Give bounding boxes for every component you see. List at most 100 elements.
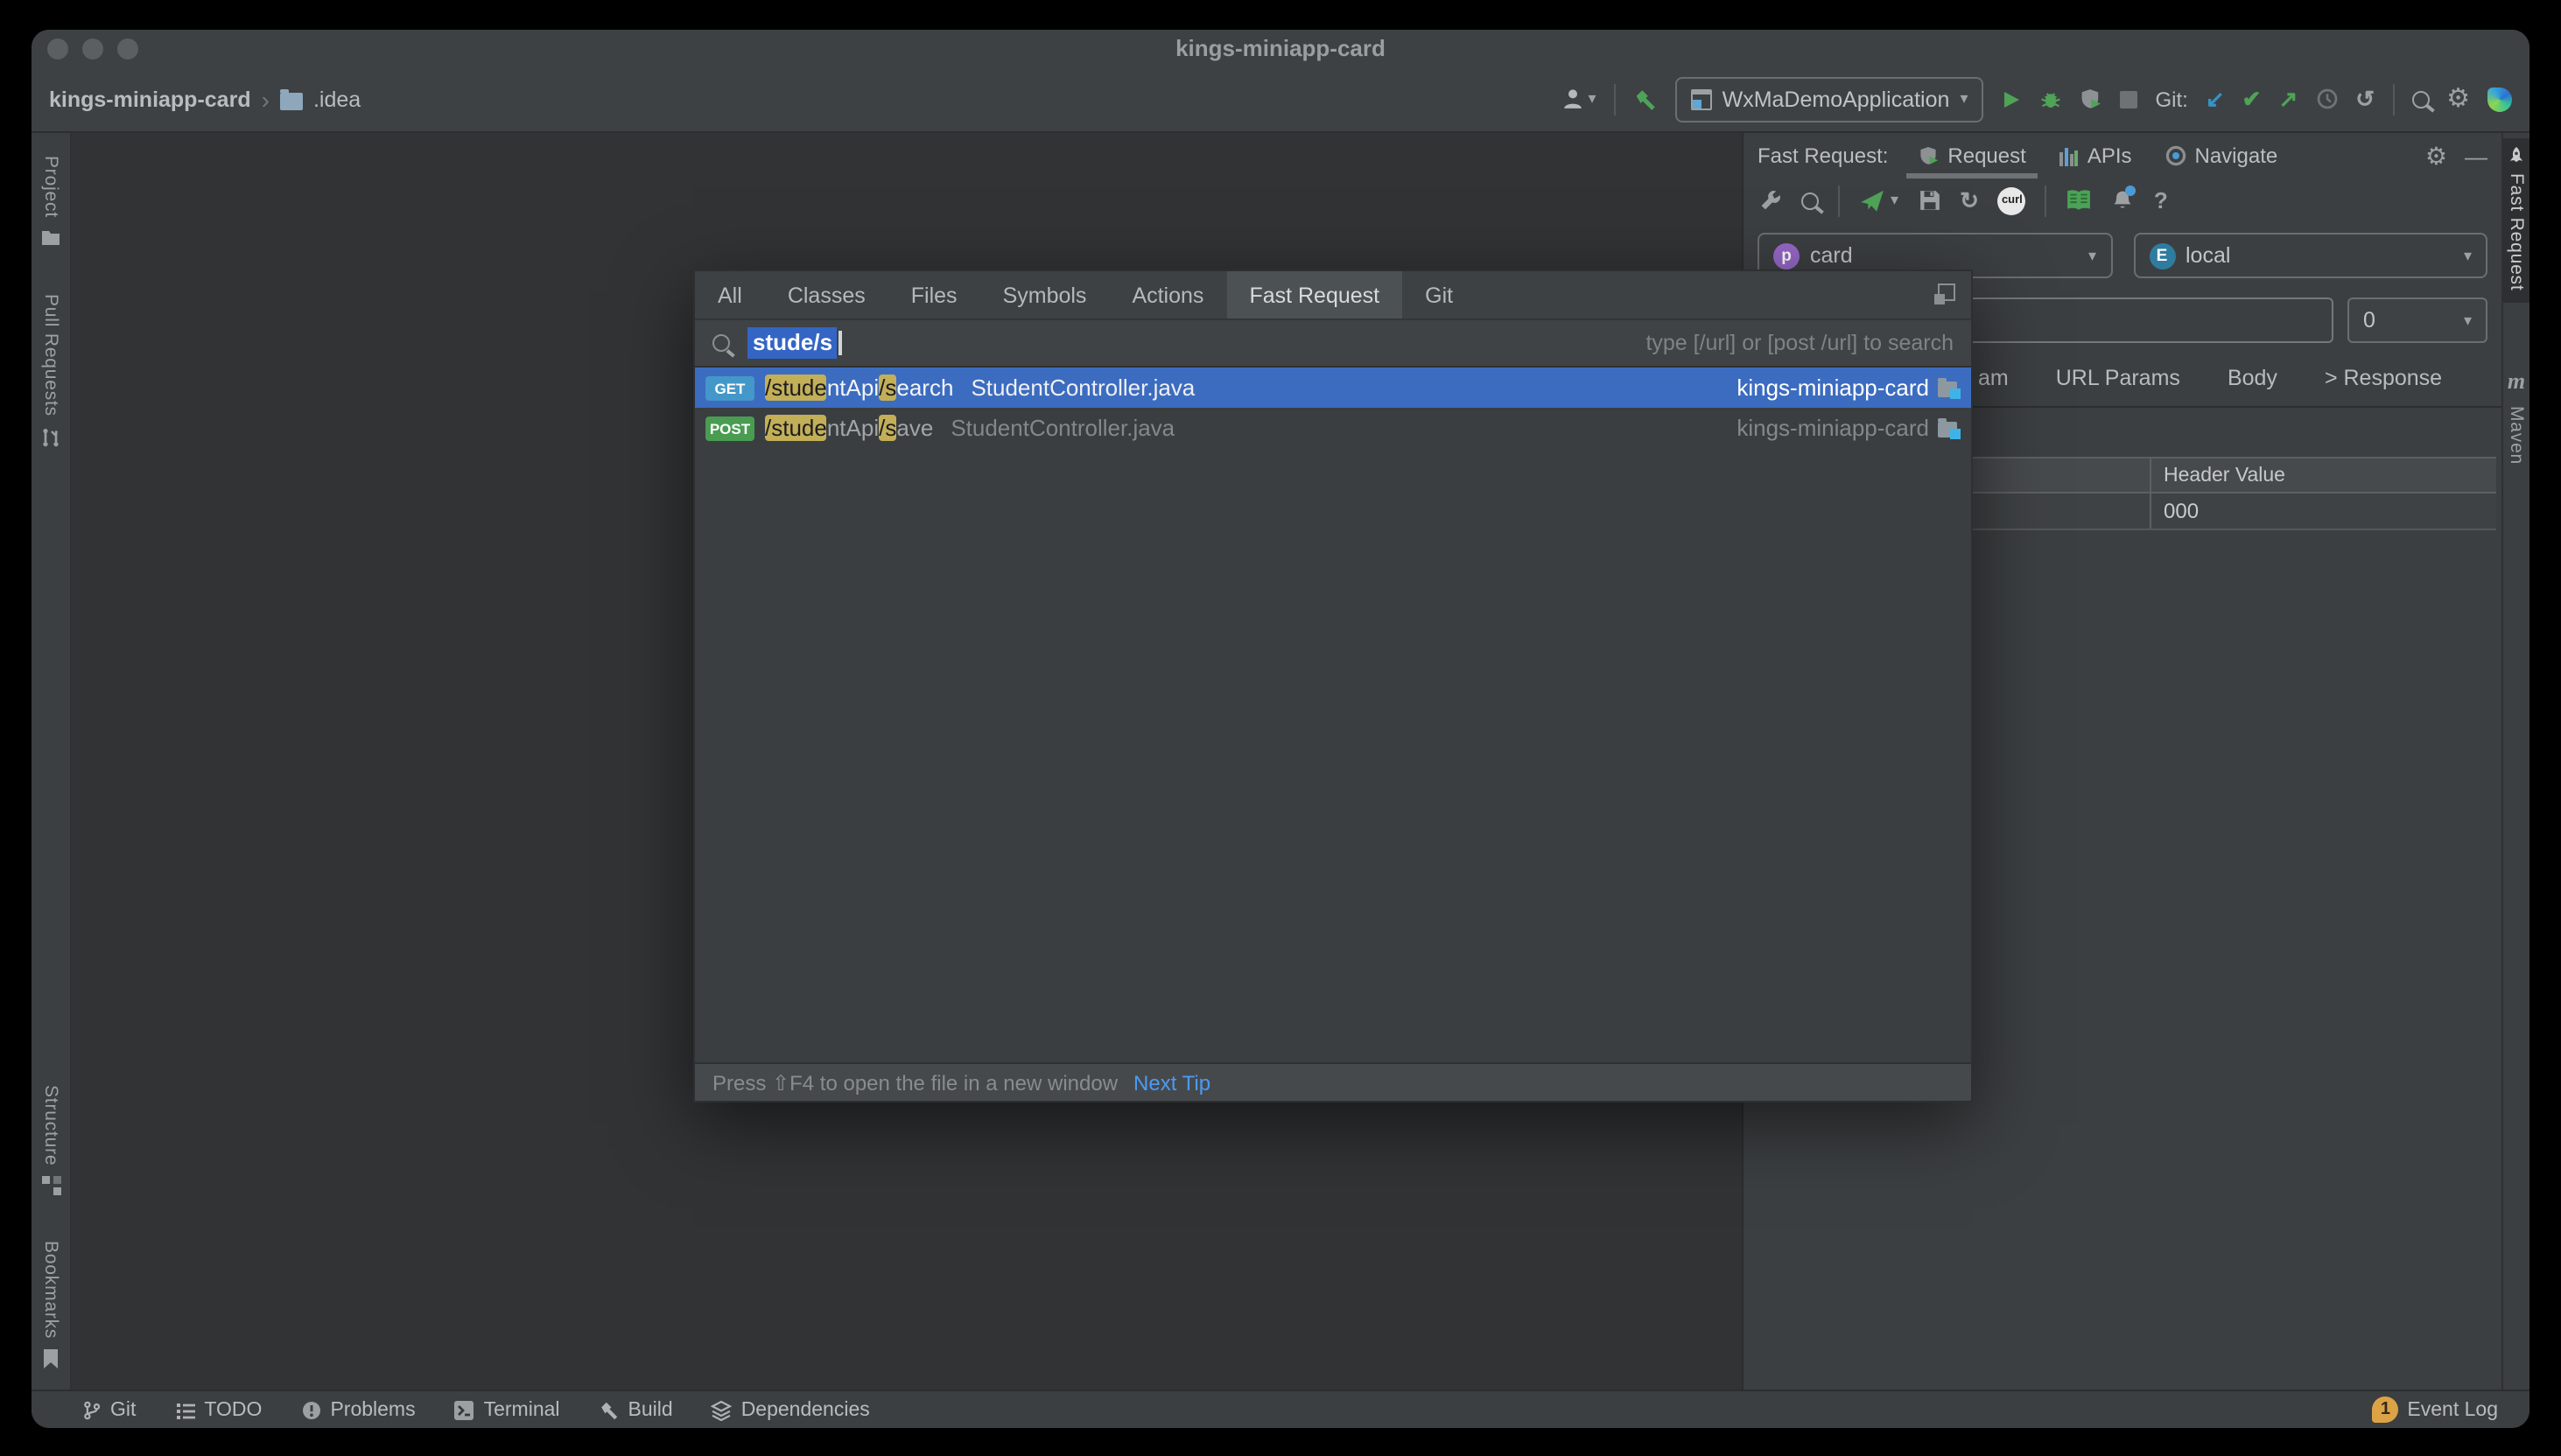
breadcrumb-folder[interactable]: .idea bbox=[313, 87, 361, 111]
sidebar-item-fast-request[interactable]: Fast Request bbox=[2503, 138, 2529, 303]
footer-tip-text: Press ⇧F4 to open the file in a new wind… bbox=[712, 1070, 1118, 1095]
zoom-window-button[interactable] bbox=[117, 38, 138, 60]
traffic-lights bbox=[47, 38, 138, 60]
search-everywhere-field[interactable]: stude/s type [/url] or [post /url] to se… bbox=[695, 318, 1971, 368]
save-icon[interactable] bbox=[1918, 189, 1940, 212]
chevron-down-icon: ▾ bbox=[1891, 191, 1898, 210]
history-clock-icon[interactable] bbox=[2315, 88, 2338, 110]
result-module-name: kings-miniapp-card bbox=[1737, 415, 1929, 441]
tab-fast-request[interactable]: Fast Request bbox=[1226, 271, 1402, 318]
ide-plugin-logo-icon[interactable] bbox=[2487, 87, 2512, 111]
sidebar-item-project[interactable]: Project bbox=[32, 156, 70, 248]
debug-button[interactable] bbox=[2040, 88, 2063, 110]
screen: kings-miniapp-card kings-miniapp-card › … bbox=[0, 0, 2561, 1456]
hide-panel-icon[interactable]: — bbox=[2465, 144, 2487, 167]
count-select[interactable]: 0 ▾ bbox=[2347, 298, 2487, 343]
tab-body[interactable]: Body bbox=[2228, 366, 2277, 390]
search-results-list: GET /studentApi/search StudentController… bbox=[695, 368, 1971, 1064]
settings-gear-icon[interactable]: ⚙ bbox=[2446, 86, 2470, 112]
run-configuration-name: WxMaDemoApplication bbox=[1723, 87, 1950, 111]
tab-request[interactable]: Request bbox=[1914, 133, 2029, 178]
git-update-icon[interactable]: ↙ bbox=[2206, 88, 2225, 110]
tab-apis[interactable]: APIs bbox=[2056, 133, 2136, 178]
result-module: kings-miniapp-card bbox=[1737, 374, 1961, 401]
bars-chart-icon bbox=[2059, 146, 2079, 165]
search-everywhere-popup: All Classes Files Symbols Actions Fast R… bbox=[693, 270, 1973, 1102]
chevron-down-icon: ▾ bbox=[2088, 246, 2096, 265]
close-window-button[interactable] bbox=[47, 38, 68, 60]
next-tip-link[interactable]: Next Tip bbox=[1133, 1070, 1210, 1095]
match-highlight: /s bbox=[879, 415, 896, 441]
status-bar: Git TODO Problems Terminal Build Depende… bbox=[32, 1390, 2529, 1428]
tab-url-params[interactable]: URL Params bbox=[2056, 366, 2180, 390]
statusbar-item-dependencies[interactable]: Dependencies bbox=[712, 1399, 870, 1420]
tab-apis-label: APIs bbox=[2087, 144, 2132, 168]
structure-stripe-label: Structure bbox=[40, 1085, 61, 1166]
open-in-find-window-icon[interactable] bbox=[1938, 284, 1955, 301]
tab-response[interactable]: > Response bbox=[2325, 366, 2442, 390]
run-with-coverage-button[interactable] bbox=[2080, 88, 2103, 110]
wrench-icon[interactable] bbox=[1759, 189, 1782, 212]
statusbar-git-label: Git bbox=[110, 1399, 136, 1420]
toolbar-separator bbox=[1838, 185, 1840, 216]
application-icon bbox=[1691, 88, 1712, 109]
rollback-icon[interactable]: ↺ bbox=[2355, 88, 2375, 110]
match-highlight: /s bbox=[879, 374, 896, 401]
target-icon bbox=[2165, 145, 2186, 166]
tab-request-label: Request bbox=[1947, 144, 2025, 168]
pull-request-icon bbox=[40, 427, 61, 448]
sidebar-item-bookmarks[interactable]: Bookmarks bbox=[32, 1241, 70, 1368]
tab-param-fragment[interactable]: am bbox=[1978, 366, 2009, 390]
stop-button[interactable] bbox=[2121, 90, 2138, 108]
statusbar-item-todo[interactable]: TODO bbox=[174, 1399, 262, 1420]
tab-files[interactable]: Files bbox=[888, 271, 980, 318]
search-everywhere-icon[interactable] bbox=[2411, 90, 2429, 108]
curl-badge[interactable]: curl bbox=[1998, 186, 2026, 214]
run-button[interactable] bbox=[2002, 88, 2023, 109]
docs-book-icon[interactable] bbox=[2066, 189, 2093, 212]
project-badge-icon: p bbox=[1773, 242, 1800, 269]
environment-select[interactable]: E local ▾ bbox=[2133, 233, 2487, 278]
result-module-name: kings-miniapp-card bbox=[1737, 374, 1929, 401]
breadcrumb-project[interactable]: kings-miniapp-card bbox=[49, 87, 251, 111]
left-tool-stripe: Project Pull Requests Structure bbox=[32, 133, 72, 1391]
user-icon[interactable]: ▾ bbox=[1562, 88, 1596, 110]
statusbar-item-terminal[interactable]: Terminal bbox=[454, 1399, 560, 1420]
problems-icon bbox=[300, 1399, 321, 1420]
git-push-icon[interactable]: ↗ bbox=[2278, 88, 2298, 110]
result-row-get-search[interactable]: GET /studentApi/search StudentController… bbox=[695, 368, 1971, 408]
send-request-button[interactable]: ▾ bbox=[1859, 188, 1898, 213]
header-value-cell[interactable]: 000 bbox=[2151, 499, 2496, 523]
project-stripe-label: Project bbox=[40, 156, 61, 218]
help-icon[interactable]: ? bbox=[2154, 187, 2168, 214]
run-configuration-select[interactable]: WxMaDemoApplication ▾ bbox=[1675, 76, 1984, 122]
sidebar-item-pull-requests[interactable]: Pull Requests bbox=[32, 294, 70, 448]
tab-symbols[interactable]: Symbols bbox=[980, 271, 1110, 318]
redo-icon[interactable]: ↻ bbox=[1960, 189, 1979, 212]
build-hammer-icon[interactable] bbox=[1633, 87, 1658, 111]
tab-git[interactable]: Git bbox=[1402, 271, 1476, 318]
minimize-window-button[interactable] bbox=[82, 38, 103, 60]
statusbar-item-git[interactable]: Git bbox=[82, 1399, 136, 1420]
notification-bell-icon[interactable] bbox=[2112, 189, 2135, 212]
sidebar-item-structure[interactable]: Structure bbox=[32, 1085, 70, 1195]
sidebar-item-maven[interactable]: m Maven bbox=[2503, 368, 2529, 465]
statusbar-item-problems[interactable]: Problems bbox=[300, 1399, 415, 1420]
result-row-post-save[interactable]: POST /studentApi/save StudentController.… bbox=[695, 408, 1971, 448]
chevron-down-icon: ▾ bbox=[1960, 89, 1968, 108]
search-api-icon[interactable] bbox=[1801, 192, 1819, 209]
tab-classes[interactable]: Classes bbox=[765, 271, 888, 318]
breadcrumb[interactable]: kings-miniapp-card › .idea bbox=[49, 85, 361, 113]
tab-navigate[interactable]: Navigate bbox=[2162, 133, 2282, 178]
tab-all[interactable]: All bbox=[695, 271, 765, 318]
tab-actions[interactable]: Actions bbox=[1109, 271, 1226, 318]
git-commit-check-icon[interactable]: ✔ bbox=[2242, 88, 2262, 110]
search-query-wrap[interactable]: stude/s bbox=[747, 327, 841, 359]
fast-request-toolbar: ▾ ↻ curl ? bbox=[1744, 178, 2501, 222]
search-query-selected-text[interactable]: stude/s bbox=[747, 327, 836, 359]
search-everywhere-tabs: All Classes Files Symbols Actions Fast R… bbox=[695, 271, 1971, 318]
statusbar-item-build[interactable]: Build bbox=[599, 1399, 673, 1420]
statusbar-event-log[interactable]: 1 Event Log bbox=[2372, 1396, 2498, 1423]
build-hammer-icon bbox=[599, 1399, 620, 1420]
panel-settings-gear-icon[interactable]: ⚙ bbox=[2425, 144, 2447, 168]
